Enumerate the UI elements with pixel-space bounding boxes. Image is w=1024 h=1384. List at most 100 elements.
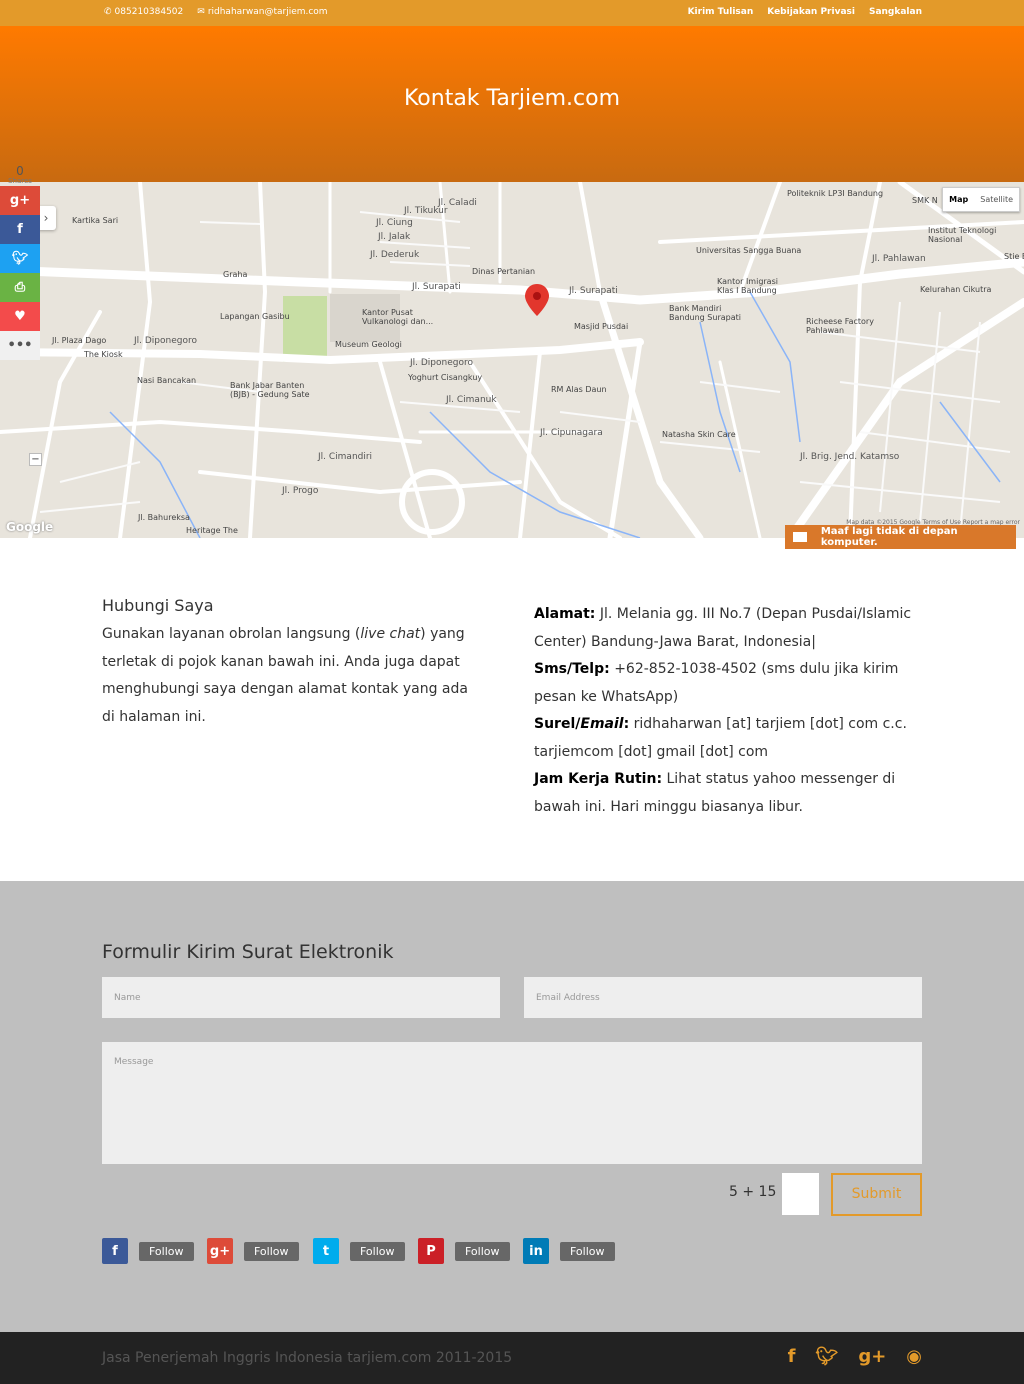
captcha-input[interactable] [782, 1173, 819, 1215]
contact-heading: Hubungi Saya [102, 596, 214, 615]
map-label: Jl. Diponegoro [134, 336, 197, 346]
map-label: Natasha Skin Care [662, 430, 736, 439]
share-facebook-button[interactable]: f [0, 215, 40, 244]
footer-copyright: Jasa Penerjemah Inggris Indonesia tarjie… [102, 1350, 513, 1366]
share-sidebar: 0 Shares g+ f 🐦︎ ⎙ ♥ ••• [0, 165, 40, 360]
map-label: Lapangan Gasibu [220, 312, 290, 321]
follow-linkedin[interactable]: in Follow [523, 1238, 615, 1264]
heart-icon: ♥ [14, 309, 26, 324]
map-label: Jl. Cimanuk [446, 395, 497, 405]
phone-text: 085210384502 [114, 7, 184, 17]
share-google-plus-button[interactable]: g+ [0, 186, 40, 215]
follow-facebook[interactable]: f Follow [102, 1238, 194, 1264]
map-label: Jl. Progo [282, 486, 319, 496]
envelope-icon: ✉ [197, 7, 205, 17]
live-chat-tab[interactable]: Maaf lagi tidak di depan komputer. [785, 525, 1016, 549]
map-label: Jl. Plaza Dago [52, 336, 107, 345]
contact-intro: Hubungi Saya Gunakan layanan obrolan lan… [102, 596, 482, 731]
nav-kirim-tulisan[interactable]: Kirim Tulisan [688, 7, 754, 17]
nav-kebijakan-privasi[interactable]: Kebijakan Privasi [767, 7, 855, 17]
location-marker [525, 284, 549, 316]
nav-sangkalan[interactable]: Sangkalan [869, 7, 922, 17]
map-label: Jl. Dederuk [370, 250, 420, 260]
map-label: Richeese Factory Pahlawan [806, 317, 874, 335]
map-label: Institut Teknologi Nasional [928, 226, 997, 244]
google-plus-icon: g+ [207, 1238, 233, 1264]
map-label: Nasi Bancakan [137, 376, 197, 385]
google-plus-icon: g+ [9, 193, 31, 208]
map-label: Heritage The [186, 526, 238, 535]
map-label: Bank Mandiri Bandung Surapati [669, 304, 741, 322]
zoom-out-button[interactable]: − [29, 453, 42, 466]
rss-icon[interactable]: ◉ [906, 1346, 922, 1367]
contact-details: Alamat: Jl. Melania gg. III No.7 (Depan … [534, 601, 924, 821]
map-type-control: Map Satellite [942, 187, 1020, 212]
message-field[interactable]: Message [102, 1042, 922, 1164]
page-header: Kontak Tarjiem.com [0, 26, 1024, 182]
share-twitter-button[interactable]: 🐦︎ [0, 244, 40, 273]
share-count-label: Shares [8, 177, 32, 185]
follow-label: Follow [350, 1241, 405, 1261]
linkedin-icon: in [523, 1238, 549, 1264]
follow-label: Follow [139, 1241, 194, 1261]
contact-phone: Sms/Telp: +62-852-1038-4502 (sms dulu ji… [534, 661, 899, 705]
google-map[interactable]: › − Kartika Sari Jl. Tikukur Jl. Caladi … [0, 182, 1024, 538]
map-label: Universitas Sangga Buana [696, 246, 802, 255]
pinterest-icon: P [418, 1238, 444, 1264]
phone-item[interactable]: ✆ 085210384502 [104, 7, 183, 17]
phone-icon: ✆ [104, 7, 112, 17]
map-label: Dinas Pertanian [472, 267, 536, 276]
map-label: Politeknik LP3I Bandung [787, 189, 884, 198]
contact-hours: Jam Kerja Rutin: Lihat status yahoo mess… [534, 771, 896, 815]
facebook-icon: f [17, 222, 23, 237]
chat-tab-label: Maaf lagi tidak di depan komputer. [820, 526, 958, 548]
facebook-icon: f [102, 1238, 128, 1264]
map-label: RM Alas Daun [551, 385, 607, 394]
follow-twitter[interactable]: t Follow [313, 1238, 405, 1264]
share-love-button[interactable]: ♥ [0, 302, 40, 331]
map-label: Jl. Cipunagara [540, 428, 603, 438]
email-item[interactable]: ✉ ridhaharwan@tarjiem.com [197, 7, 327, 17]
map-type-map[interactable]: Map [943, 188, 974, 211]
map-label: SMK N [912, 196, 938, 205]
map-label: Museum Geologi [335, 340, 402, 349]
submit-button[interactable]: Submit [831, 1173, 922, 1216]
map-label: Jl. Diponegoro [410, 358, 473, 368]
twitter-icon: 🐦︎ [11, 251, 29, 266]
map-canvas[interactable] [0, 182, 1024, 538]
email-field[interactable]: Email Address [524, 977, 922, 1018]
email-text: ridhaharwan@tarjiem.com [207, 7, 328, 17]
share-more-button[interactable]: ••• [0, 331, 40, 360]
follow-google-plus[interactable]: g+ Follow [207, 1238, 299, 1264]
google-plus-icon[interactable]: g+ [858, 1346, 886, 1367]
map-type-satellite[interactable]: Satellite [974, 188, 1019, 211]
map-label: Masjid Pusdai [574, 322, 629, 331]
map-label: Graha [223, 270, 248, 279]
envelope-icon [793, 532, 807, 542]
follow-pinterest[interactable]: P Follow [418, 1238, 510, 1264]
map-label: Jl. Caladi [438, 198, 477, 208]
contact-email: Surel/Email: ridhaharwan [at] tarjiem [d… [534, 716, 907, 760]
twitter-icon[interactable]: 🐦︎ [815, 1346, 838, 1367]
google-logo[interactable]: Google [6, 520, 53, 534]
print-icon: ⎙ [14, 280, 26, 295]
footer-social: f 🐦︎ g+ ◉ [788, 1346, 922, 1367]
follow-label: Follow [455, 1241, 510, 1261]
map-label: Jl. Surapati [569, 286, 618, 296]
map-label: Kartika Sari [72, 216, 119, 225]
map-label: Jl. Brig. Jend. Katamso [800, 452, 900, 462]
map-label: Jl. Bahureksa [138, 513, 190, 522]
twitter-icon: t [313, 1238, 339, 1264]
contact-address: Alamat: Jl. Melania gg. III No.7 (Depan … [534, 606, 912, 650]
contact-intro-text: Gunakan layanan obrolan langsung (live c… [102, 626, 468, 725]
map-label: Jl. Pahlawan [872, 254, 926, 264]
map-label: Yoghurt Cisangkuy [408, 373, 483, 382]
map-label: Stie E [1004, 252, 1024, 261]
map-label: Bank Jabar Banten (BJB) - Gedung Sate [230, 381, 310, 399]
share-print-button[interactable]: ⎙ [0, 273, 40, 302]
name-field[interactable]: Name [102, 977, 500, 1018]
map-label: Kelurahan Cikutra [920, 285, 992, 294]
facebook-icon[interactable]: f [788, 1346, 796, 1367]
page-title: Kontak Tarjiem.com [403, 86, 621, 111]
share-count: 0 [16, 164, 24, 178]
